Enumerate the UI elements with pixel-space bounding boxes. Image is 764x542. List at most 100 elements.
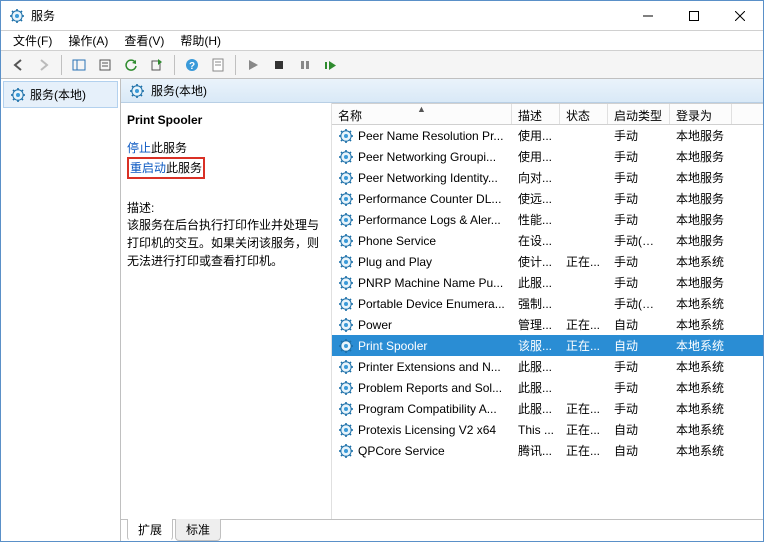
service-desc: 在设... — [512, 232, 560, 249]
service-desc: 向对... — [512, 169, 560, 186]
gear-icon — [338, 359, 354, 375]
properties2-button[interactable] — [206, 53, 230, 77]
service-logon: 本地系统 — [670, 295, 732, 312]
pause-service-button[interactable] — [293, 53, 317, 77]
service-rows[interactable]: Peer Name Resolution Pr...使用...手动本地服务Pee… — [332, 125, 763, 519]
gear-icon — [129, 83, 145, 99]
service-name: QPCore Service — [358, 444, 445, 458]
service-name: Printer Extensions and N... — [358, 360, 501, 374]
table-row[interactable]: Peer Networking Groupi...使用...手动本地服务 — [332, 146, 763, 167]
titlebar: 服务 — [1, 1, 763, 31]
table-row[interactable]: PNRP Machine Name Pu...此服...手动本地服务 — [332, 272, 763, 293]
menu-help[interactable]: 帮助(H) — [172, 30, 229, 51]
restart-icon — [324, 59, 338, 71]
gear-icon — [338, 401, 354, 417]
show-hide-pane-button[interactable] — [67, 53, 91, 77]
service-logon: 本地系统 — [670, 421, 732, 438]
menu-file[interactable]: 文件(F) — [5, 30, 60, 51]
menu-view[interactable]: 查看(V) — [116, 30, 172, 51]
table-row[interactable]: Peer Networking Identity...向对...手动本地服务 — [332, 167, 763, 188]
tree-root-services[interactable]: 服务(本地) — [3, 81, 118, 108]
column-headers: 名称▲ 描述 状态 启动类型 登录为 — [332, 103, 763, 125]
col-name[interactable]: 名称▲ — [332, 104, 512, 124]
service-desc: 此服... — [512, 379, 560, 396]
gear-icon — [338, 338, 354, 354]
col-startup[interactable]: 启动类型 — [608, 104, 670, 124]
service-status: 正在... — [560, 400, 608, 417]
service-name: PNRP Machine Name Pu... — [358, 276, 503, 290]
table-row[interactable]: Print Spooler该服...正在...自动本地系统 — [332, 335, 763, 356]
table-row[interactable]: Program Compatibility A...此服...正在...手动本地… — [332, 398, 763, 419]
selected-service-name: Print Spooler — [127, 113, 321, 127]
service-desc: 强制... — [512, 295, 560, 312]
service-logon: 本地系统 — [670, 358, 732, 375]
table-row[interactable]: Problem Reports and Sol...此服...手动本地系统 — [332, 377, 763, 398]
pause-icon — [299, 59, 311, 71]
service-name: Peer Networking Identity... — [358, 171, 498, 185]
stop-service-button[interactable] — [267, 53, 291, 77]
service-desc: 使用... — [512, 127, 560, 144]
gear-icon — [338, 149, 354, 165]
tab-extended[interactable]: 扩展 — [127, 519, 173, 541]
gear-icon — [338, 170, 354, 186]
service-desc: 该服... — [512, 337, 560, 354]
table-row[interactable]: Plug and Play使计...正在...手动本地系统 — [332, 251, 763, 272]
restart-link[interactable]: 重启动 — [130, 161, 166, 175]
gear-icon — [338, 317, 354, 333]
right-pane-title: 服务(本地) — [151, 82, 207, 99]
service-logon: 本地服务 — [670, 211, 732, 228]
table-row[interactable]: Portable Device Enumera...强制...手动(触发...本… — [332, 293, 763, 314]
refresh-icon — [124, 58, 138, 72]
right-pane-header: 服务(本地) — [121, 79, 763, 103]
stop-link[interactable]: 停止 — [127, 141, 151, 155]
service-startup: 手动 — [608, 190, 670, 207]
properties-button[interactable] — [93, 53, 117, 77]
back-button[interactable] — [6, 53, 30, 77]
service-desc: 腾讯... — [512, 442, 560, 459]
table-row[interactable]: Power管理...正在...自动本地系统 — [332, 314, 763, 335]
service-startup: 手动 — [608, 127, 670, 144]
table-row[interactable]: Phone Service在设...手动(触发...本地服务 — [332, 230, 763, 251]
col-status[interactable]: 状态 — [560, 104, 608, 124]
restart-service-button[interactable] — [319, 53, 343, 77]
col-logon[interactable]: 登录为 — [670, 104, 732, 124]
gear-icon — [10, 87, 26, 103]
service-startup: 手动 — [608, 358, 670, 375]
table-row[interactable]: Performance Logs & Aler...性能...手动本地服务 — [332, 209, 763, 230]
services-list: 名称▲ 描述 状态 启动类型 登录为 Peer Name Resolution … — [331, 103, 763, 519]
minimize-button[interactable] — [625, 1, 671, 31]
stop-suffix: 此服务 — [151, 141, 187, 155]
start-service-button[interactable] — [241, 53, 265, 77]
forward-button[interactable] — [32, 53, 56, 77]
table-row[interactable]: Protexis Licensing V2 x64This ...正在...自动… — [332, 419, 763, 440]
service-name: Peer Name Resolution Pr... — [358, 129, 503, 143]
table-row[interactable]: Printer Extensions and N...此服...手动本地系统 — [332, 356, 763, 377]
menu-action[interactable]: 操作(A) — [60, 30, 116, 51]
close-icon — [735, 11, 745, 21]
col-desc[interactable]: 描述 — [512, 104, 560, 124]
service-logon: 本地服务 — [670, 148, 732, 165]
service-desc: 性能... — [512, 211, 560, 228]
play-icon — [247, 59, 259, 71]
left-tree-pane: 服务(本地) — [1, 79, 121, 541]
refresh-button[interactable] — [119, 53, 143, 77]
table-row[interactable]: Peer Name Resolution Pr...使用...手动本地服务 — [332, 125, 763, 146]
table-row[interactable]: QPCore Service腾讯...正在...自动本地系统 — [332, 440, 763, 461]
gear-icon — [338, 254, 354, 270]
close-button[interactable] — [717, 1, 763, 31]
service-desc: 此服... — [512, 400, 560, 417]
service-startup: 自动 — [608, 316, 670, 333]
export-icon — [150, 58, 164, 72]
service-startup: 手动 — [608, 253, 670, 270]
service-startup: 自动 — [608, 421, 670, 438]
maximize-button[interactable] — [671, 1, 717, 31]
export-button[interactable] — [145, 53, 169, 77]
back-icon — [11, 58, 25, 72]
service-startup: 手动(触发... — [608, 295, 670, 312]
help-button[interactable]: ? — [180, 53, 204, 77]
table-row[interactable]: Performance Counter DL...使远...手动本地服务 — [332, 188, 763, 209]
tab-standard[interactable]: 标准 — [175, 519, 221, 541]
stop-icon — [273, 59, 285, 71]
properties-icon — [98, 58, 112, 72]
service-name: Program Compatibility A... — [358, 402, 497, 416]
